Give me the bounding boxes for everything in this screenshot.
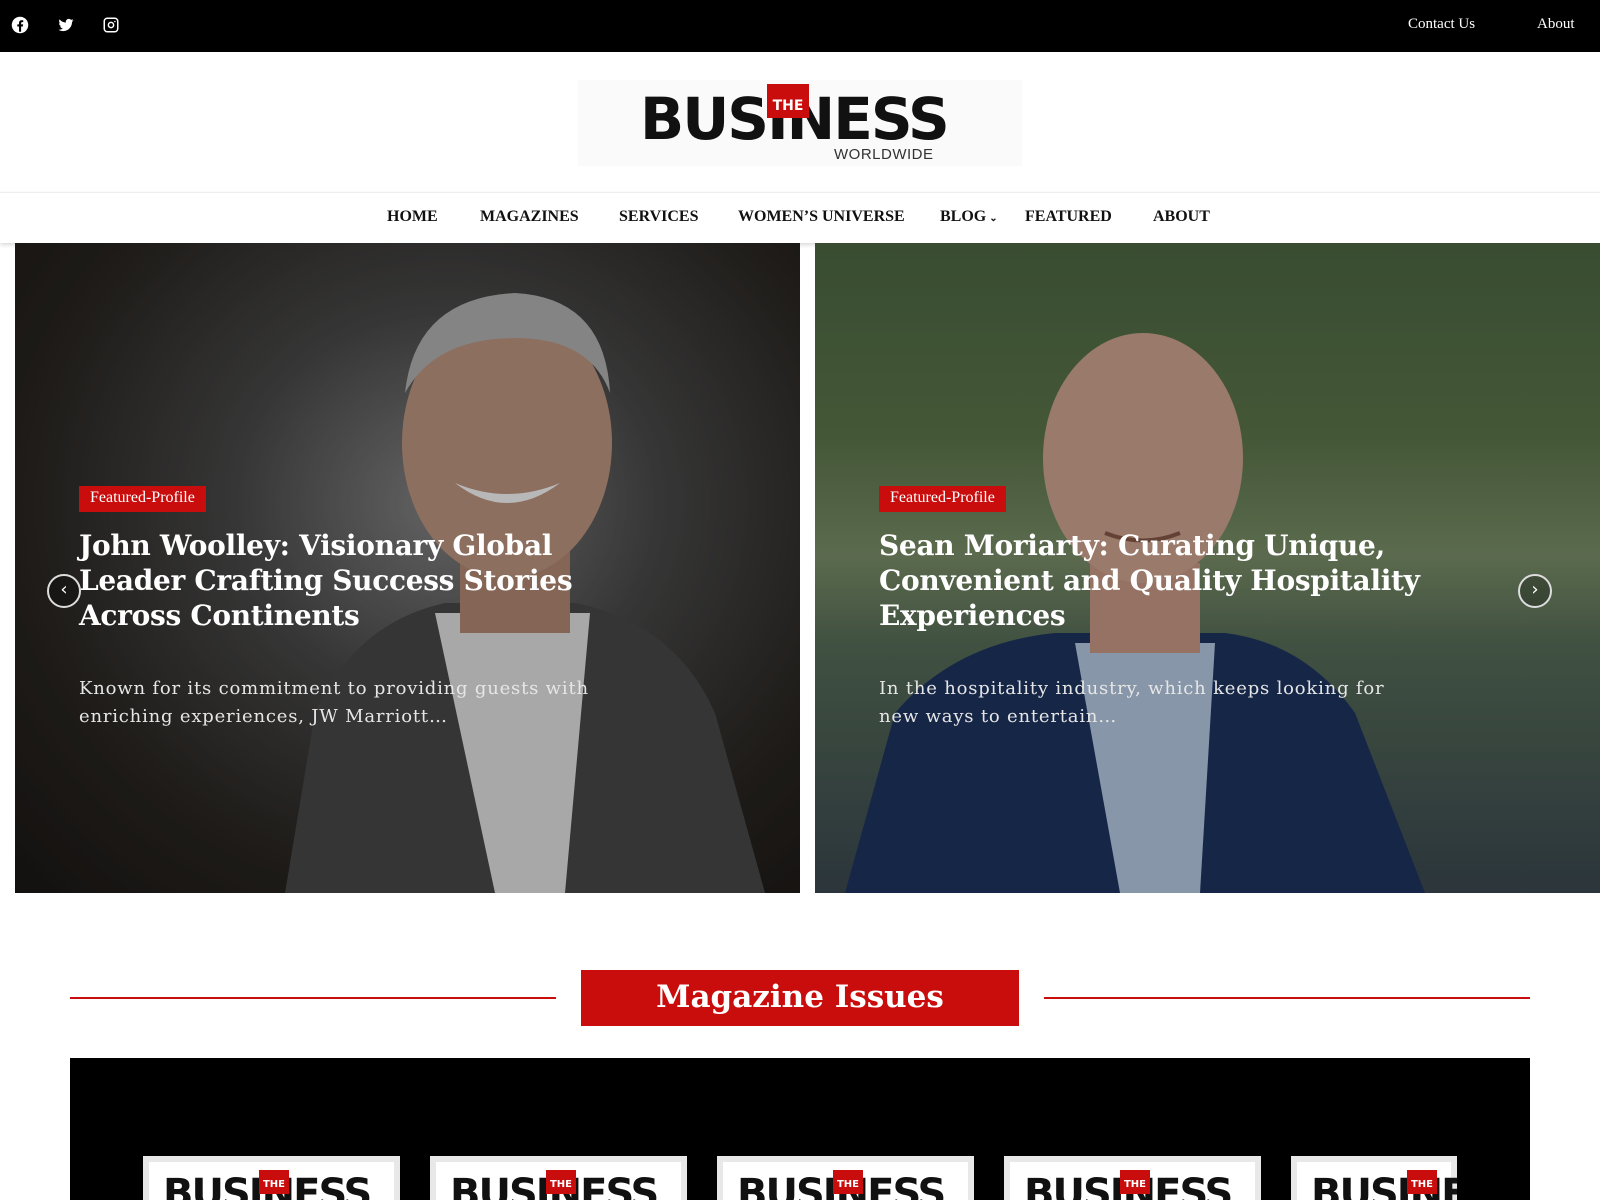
magazine-cover[interactable]: BUSINESS THE [1004, 1156, 1261, 1200]
slide-excerpt: In the hospitality industry, which keeps… [879, 678, 1385, 727]
nav-item-womens-universe[interactable]: WOMEN’S UNIVERSE [738, 208, 905, 226]
instagram-icon[interactable] [100, 14, 122, 36]
cover-the-badge: THE [546, 1170, 576, 1194]
main-nav: HOME MAGAZINES SERVICES WOMEN’S UNIVERSE… [0, 192, 1600, 243]
nav-item-home[interactable]: HOME [387, 208, 438, 226]
cover-art: BUSINESS THE [1010, 1162, 1255, 1200]
magazine-cover[interactable]: BUSINESS THE [143, 1156, 400, 1200]
category-badge[interactable]: Featured-Profile [879, 486, 1006, 512]
site-logo[interactable]: BUSINESS THE WORLDWIDE [578, 80, 1022, 166]
magazine-issues-heading: Magazine Issues [581, 970, 1019, 1026]
about-link[interactable]: About [1537, 16, 1575, 33]
nav-item-services[interactable]: SERVICES [619, 208, 698, 226]
cover-art: BUSINESS THE [723, 1162, 968, 1200]
section-divider-left [70, 997, 556, 999]
nav-item-blog-wrapper[interactable]: BLOG ⌄ [940, 208, 998, 226]
magazine-cover[interactable]: BUSINESS THE [430, 1156, 687, 1200]
contact-us-link[interactable]: Contact Us [1408, 16, 1475, 33]
hero-slide[interactable]: Featured-Profile Sean Moriarty: Curating… [815, 243, 1600, 893]
magazine-cover[interactable]: BUSINESS THE [1291, 1156, 1457, 1200]
category-badge[interactable]: Featured-Profile [79, 486, 206, 512]
cover-art: BUSINESS THE [149, 1162, 394, 1200]
logo-subtitle: WORLDWIDE [834, 146, 934, 163]
nav-item-about[interactable]: ABOUT [1153, 208, 1210, 226]
twitter-icon[interactable] [55, 14, 77, 36]
facebook-icon[interactable] [9, 14, 31, 36]
slider-prev-arrow[interactable]: ‹ [47, 574, 81, 608]
nav-item-magazines[interactable]: MAGAZINES [480, 208, 579, 226]
cover-art: BUSINESS THE [436, 1162, 681, 1200]
logo-the-badge: THE [767, 84, 809, 118]
top-bar: Contact Us About [0, 0, 1600, 52]
hero-slide[interactable]: Featured-Profile John Woolley: Visionary… [15, 243, 800, 893]
cover-the-badge: THE [1120, 1170, 1150, 1194]
magazine-cover[interactable]: BUSINESS THE [717, 1156, 974, 1200]
section-divider-right [1044, 997, 1530, 999]
chevron-down-icon[interactable]: ⌄ [989, 213, 997, 224]
slide-title[interactable]: John Woolley: Visionary Global Leader Cr… [79, 528, 599, 633]
cover-art: BUSINESS THE [1297, 1162, 1457, 1200]
slider-next-arrow[interactable]: › [1518, 574, 1552, 608]
slide-excerpt: Known for its commitment to providing gu… [79, 678, 589, 727]
cover-the-badge: THE [833, 1170, 863, 1194]
nav-item-featured[interactable]: FEATURED [1025, 208, 1112, 226]
cover-the-badge: THE [1407, 1170, 1437, 1194]
cover-the-badge: THE [259, 1170, 289, 1194]
slide-title[interactable]: Sean Moriarty: Curating Unique, Convenie… [879, 528, 1439, 633]
nav-item-blog[interactable]: BLOG [940, 208, 986, 225]
